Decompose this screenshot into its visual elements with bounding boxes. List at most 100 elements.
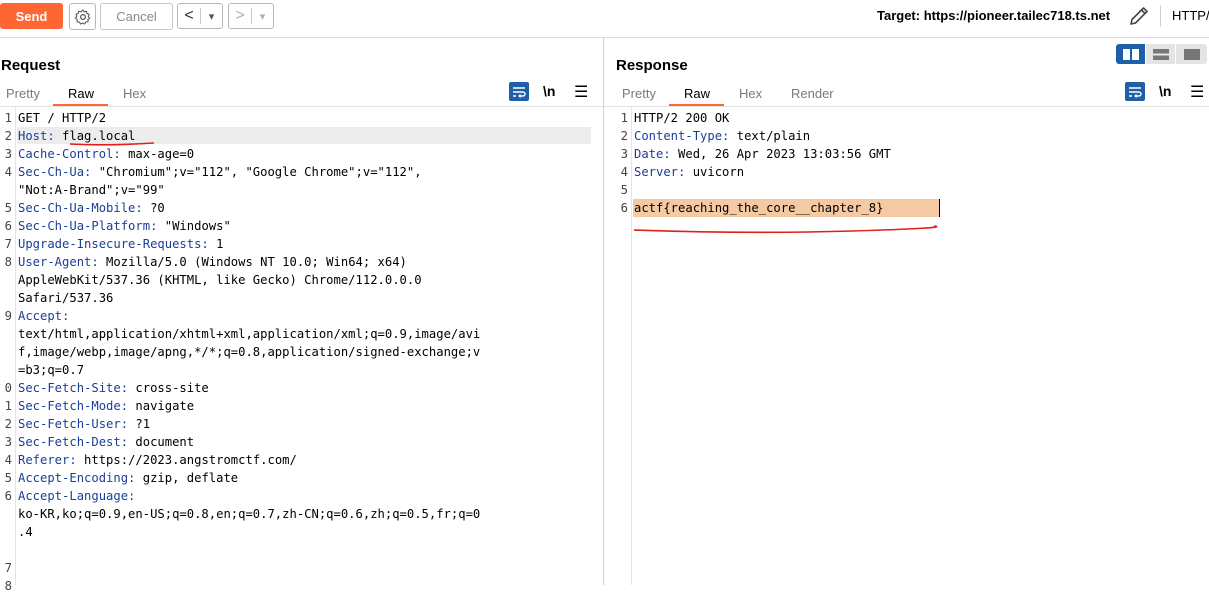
send-button[interactable]: Send (0, 3, 63, 29)
header-name: Accept: (18, 309, 70, 323)
line-text: =b3;q=0.7 (18, 363, 85, 377)
header-name: Content-Type: (634, 129, 730, 143)
cancel-button[interactable]: Cancel (100, 3, 173, 30)
line-number: 4 (620, 165, 628, 179)
wrap-lines-icon (513, 86, 526, 98)
toolbar-border (0, 37, 1209, 38)
forward-history-dropdown[interactable]: ▾ (252, 4, 273, 28)
code-line: Content-Type: text/plain (634, 127, 810, 145)
line-number: 3 (4, 435, 12, 449)
line-number: 0 (4, 381, 12, 395)
code-line: Sec-Fetch-Site: cross-site (18, 379, 209, 397)
line-number: 9 (4, 309, 12, 323)
code-line: Upgrade-Insecure-Requests: 1 (18, 235, 223, 253)
line-number: 5 (4, 471, 12, 485)
pencil-icon (1130, 7, 1148, 25)
tab-bar-border (604, 106, 1209, 107)
header-value: "Windows" (157, 219, 231, 233)
layout-side-by-side-button[interactable] (1116, 44, 1145, 64)
header-value: 1 (208, 237, 224, 251)
tab-request-raw[interactable]: Raw (68, 86, 94, 101)
back-history-dropdown[interactable]: ▾ (201, 4, 222, 28)
response-title: Response (616, 57, 688, 74)
header-value: navigate (128, 399, 195, 413)
edit-target-button[interactable] (1127, 4, 1151, 31)
line-number: 2 (4, 129, 12, 143)
hamburger-menu-icon: ☰ (1190, 84, 1205, 101)
header-name: Sec-Ch-Ua-Platform: (18, 219, 158, 233)
header-value: text/plain (729, 129, 811, 143)
line-number: 7 (4, 561, 12, 575)
header-value: Wed, 26 Apr 2023 13:03:56 GMT (670, 147, 891, 161)
response-wrap-button[interactable] (1125, 82, 1145, 101)
tab-request-hex[interactable]: Hex (123, 86, 146, 101)
tab-response-hex[interactable]: Hex (739, 86, 762, 101)
code-line: Accept-Language: (18, 487, 135, 505)
code-line: Sec-Fetch-Dest: document (18, 433, 194, 451)
header-value: document (128, 435, 195, 449)
settings-gear-button[interactable] (69, 3, 96, 30)
line-text: Safari/537.36 (18, 291, 114, 305)
header-name: Sec-Ch-Ua: (18, 165, 92, 179)
header-value: max-age=0 (120, 147, 195, 161)
text-caret (939, 199, 940, 217)
header-name: Sec-Fetch-User: (18, 417, 129, 431)
tab-response-pretty[interactable]: Pretty (622, 86, 656, 101)
line-text: f,image/webp,image/apng,*/*;q=0.8,applic… (18, 345, 481, 359)
tab-request-pretty[interactable]: Pretty (6, 86, 40, 101)
code-line: Server: uvicorn (634, 163, 744, 181)
line-number: 1 (4, 399, 12, 413)
request-wrap-button[interactable] (509, 82, 529, 101)
line-text: ko-KR,ko;q=0.9,en-US;q=0.8,en;q=0.7,zh-C… (18, 507, 481, 521)
single-pane-icon (1183, 48, 1200, 60)
line-text: actf{reaching_the_core__chapter_8} (634, 201, 884, 215)
layout-stacked-button[interactable] (1146, 44, 1175, 64)
response-newline-toggle[interactable]: \n (1159, 83, 1171, 99)
line-number: 2 (620, 129, 628, 143)
header-name: Cache-Control: (18, 147, 121, 161)
header-value: Mozilla/5.0 (Windows NT 10.0; Win64; x64… (98, 255, 407, 269)
header-name: Server: (634, 165, 686, 179)
response-menu-button[interactable]: ☰ (1190, 82, 1204, 102)
http-version-selector[interactable]: HTTP/2 (1172, 8, 1209, 23)
line-number: 8 (4, 255, 12, 269)
code-line: "Not:A-Brand";v="99" (18, 181, 165, 199)
code-line: Accept: (18, 307, 69, 325)
request-editor[interactable]: 1 GET / HTTP/2 2 Host: flag.local 3 Cache-Con… (0, 109, 603, 593)
line-text: GET / HTTP/2 (18, 111, 107, 125)
header-name: Host: (18, 129, 55, 143)
tab-response-raw[interactable]: Raw (684, 86, 710, 101)
line-number: 6 (4, 219, 12, 233)
header-value: ?0 (142, 201, 165, 215)
hamburger-menu-icon: ☰ (574, 84, 589, 101)
header-name: Accept-Encoding: (18, 471, 136, 485)
code-line: HTTP/2 200 OK (634, 109, 729, 127)
back-button[interactable]: < (178, 4, 200, 28)
layout-tabbed-button[interactable] (1176, 44, 1207, 64)
line-number: 5 (4, 201, 12, 215)
line-number: 5 (620, 183, 628, 197)
request-title: Request (1, 57, 61, 74)
response-editor[interactable]: 1 HTTP/2 200 OK 2 Content-Type: text/plain 3… (616, 109, 1209, 585)
wrap-lines-icon (1129, 86, 1142, 98)
flag-underline-annotation (633, 225, 938, 234)
forward-button[interactable]: > (229, 4, 251, 28)
toolbar-divider (1160, 5, 1161, 27)
line-number: 1 (620, 111, 628, 125)
code-line: Sec-Ch-Ua-Mobile: ?0 (18, 199, 165, 217)
line-number: 6 (620, 201, 628, 215)
tab-response-render[interactable]: Render (791, 86, 834, 101)
header-name: Sec-Fetch-Mode: (18, 399, 129, 413)
header-name: Accept-Language: (18, 489, 136, 503)
line-number: 4 (4, 453, 12, 467)
header-value: cross-site (128, 381, 209, 395)
code-line: Sec-Fetch-Mode: navigate (18, 397, 194, 415)
pane-divider (603, 38, 604, 585)
request-newline-toggle[interactable]: \n (543, 83, 555, 99)
request-menu-button[interactable]: ☰ (574, 82, 588, 102)
line-number: 7 (4, 237, 12, 251)
header-value: gzip, deflate (135, 471, 239, 485)
header-name: User-Agent: (18, 255, 99, 269)
header-name: Upgrade-Insecure-Requests: (18, 237, 209, 251)
line-number: 6 (4, 489, 12, 503)
